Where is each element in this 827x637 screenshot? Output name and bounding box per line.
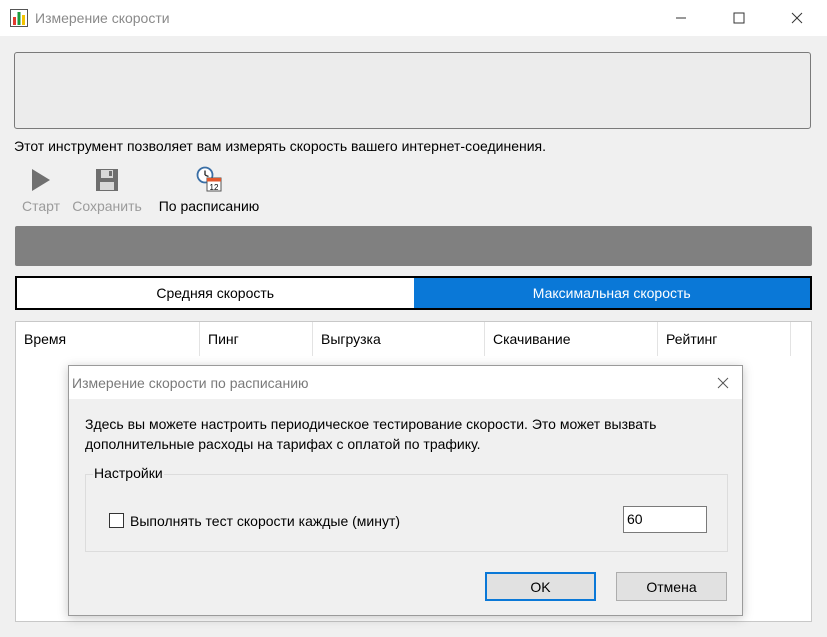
schedule-button[interactable]: 12 По расписанию [152, 166, 266, 216]
minimize-button[interactable] [652, 0, 710, 36]
column-header-rating[interactable]: Рейтинг [658, 322, 791, 356]
interval-checkbox-label[interactable]: Выполнять тест скорости каждые (минут) [130, 513, 400, 529]
close-button[interactable] [768, 0, 826, 36]
column-header-ping[interactable]: Пинг [200, 322, 313, 356]
interval-minutes-input[interactable]: 60 [623, 506, 707, 533]
start-label: Старт [21, 198, 61, 214]
speed-tabs: Средняя скорость Максимальная скорость [15, 276, 812, 310]
play-icon [32, 169, 50, 191]
dialog-title-bar: Измерение скорости по расписанию [69, 366, 742, 399]
dialog-close-button[interactable] [705, 366, 741, 399]
maximize-button[interactable] [710, 0, 768, 36]
tab-maximum-speed[interactable]: Максимальная скорость [413, 278, 810, 308]
start-button[interactable]: Старт [16, 166, 66, 216]
result-output-box [14, 52, 811, 129]
close-icon [791, 12, 803, 24]
window-title: Измерение скорости [35, 10, 170, 26]
save-label: Сохранить [72, 198, 142, 214]
schedule-label: По расписанию [158, 198, 260, 214]
ok-button[interactable]: OK [485, 572, 596, 601]
schedule-dialog: Измерение скорости по расписанию Здесь в… [68, 365, 743, 616]
clock-calendar-icon: 12 [196, 166, 222, 192]
column-header-time[interactable]: Время [16, 322, 200, 356]
tab-average-speed[interactable]: Средняя скорость [17, 278, 414, 308]
maximize-icon [733, 12, 745, 24]
interval-checkbox[interactable] [109, 513, 124, 528]
bar-chart-icon [10, 9, 28, 27]
minimize-icon [676, 17, 686, 19]
cancel-button[interactable]: Отмена [616, 572, 727, 601]
progress-bar [15, 226, 812, 266]
column-header-upload[interactable]: Выгрузка [313, 322, 485, 356]
save-button[interactable]: Сохранить [68, 166, 146, 216]
dialog-message: Здесь вы можете настроить периодическое … [85, 416, 657, 452]
column-header-download[interactable]: Скачивание [485, 322, 658, 356]
close-icon [717, 377, 729, 388]
dialog-title: Измерение скорости по расписанию [72, 375, 309, 391]
title-bar: Измерение скорости [0, 0, 827, 36]
settings-group-title: Настройки [93, 465, 164, 481]
tool-description: Этот инструмент позволяет вам измерять с… [14, 138, 547, 154]
save-icon [96, 169, 118, 191]
calendar-day-number: 12 [210, 183, 219, 192]
